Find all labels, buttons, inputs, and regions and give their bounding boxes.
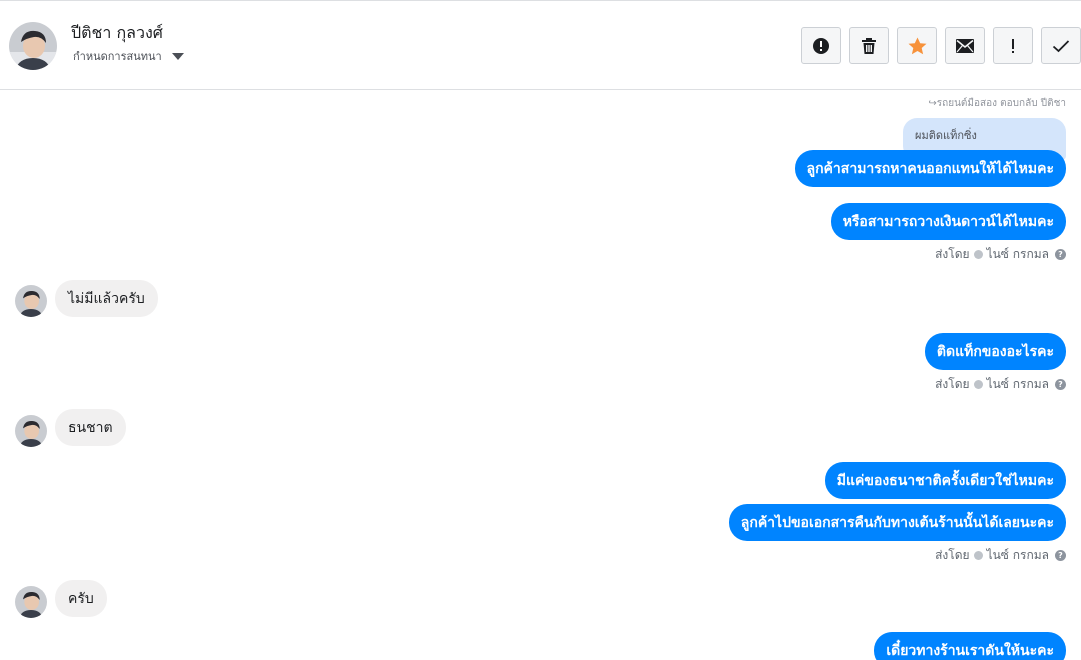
incoming-message[interactable]: ครับ bbox=[55, 580, 107, 617]
outgoing-message[interactable]: ลูกค้าไปขอเอกสารคืนกับทางเต้นร้านนั้นได้… bbox=[728, 504, 1066, 541]
outgoing-message[interactable]: มีแค่ของธนาชาติครั้งเดียวใช่ไหมคะ bbox=[824, 462, 1066, 499]
person-photo-icon bbox=[15, 285, 47, 317]
conversation-header: ปีติชา กุลวงศ์ กำหนดการสนทนา bbox=[0, 0, 1081, 90]
person-photo-icon bbox=[15, 586, 47, 618]
agent-name: ไนซ์ กรกมล bbox=[986, 376, 1049, 391]
sent-check-icon bbox=[973, 249, 983, 259]
outgoing-message[interactable]: ติดแท็กของอะไรคะ bbox=[924, 333, 1066, 370]
sent-by-info: ส่งโดย ไนซ์ กรกมล ? bbox=[935, 247, 1066, 261]
star-icon bbox=[908, 37, 926, 54]
sent-by-info: ส่งโดย ไนซ์ กรกมล ? bbox=[935, 548, 1066, 562]
sent-by-info: ส่งโดย ไนซ์ กรกมล ? bbox=[935, 377, 1066, 391]
outgoing-message[interactable]: หรือสามารถวางเงินดาวน์ได้ไหมคะ bbox=[830, 203, 1066, 240]
incoming-message[interactable]: ไม่มีแล้วครับ bbox=[55, 280, 158, 317]
exclamation-icon bbox=[1012, 38, 1014, 53]
conversation-actions bbox=[801, 27, 1081, 64]
checkmark-icon bbox=[1052, 39, 1070, 52]
reply-context-note: ↪รถยนต์มือสอง ตอบกลับ ปีติชา bbox=[928, 98, 1066, 109]
help-icon[interactable]: ? bbox=[1055, 378, 1066, 390]
contact-avatar-small[interactable] bbox=[15, 415, 47, 447]
help-icon[interactable]: ? bbox=[1055, 549, 1066, 561]
contact-avatar[interactable] bbox=[9, 22, 57, 70]
assign-conversation-dropdown[interactable]: กำหนดการสนทนา bbox=[73, 47, 184, 65]
mark-spam-button[interactable] bbox=[801, 27, 841, 64]
agent-name: ไนซ์ กรกมล bbox=[986, 547, 1049, 562]
person-photo-icon bbox=[15, 415, 47, 447]
incoming-message[interactable]: ธนชาต bbox=[55, 409, 126, 446]
caret-down-icon bbox=[171, 52, 184, 60]
delete-button[interactable] bbox=[849, 27, 889, 64]
message-thread[interactable]: ↪รถยนต์มือสอง ตอบกลับ ปีติชา ผมติดแท็กซิ… bbox=[0, 91, 1081, 660]
follow-up-button[interactable] bbox=[993, 27, 1033, 64]
contact-avatar-small[interactable] bbox=[15, 586, 47, 618]
mark-done-button[interactable] bbox=[1041, 27, 1081, 64]
agent-name: ไนซ์ กรกมล bbox=[986, 246, 1049, 261]
outgoing-message[interactable]: ลูกค้าสามารถหาคนออกแทนให้ได้ไหมคะ bbox=[794, 150, 1066, 187]
sent-check-icon bbox=[973, 379, 983, 389]
person-photo-icon bbox=[9, 22, 57, 70]
outgoing-message[interactable]: เดี๋ยวทางร้านเราดันให้นะคะ bbox=[874, 632, 1066, 660]
sent-check-icon bbox=[973, 550, 983, 560]
sent-by-label: ส่งโดย bbox=[935, 547, 970, 562]
contact-avatar-small[interactable] bbox=[15, 285, 47, 317]
assign-conversation-label: กำหนดการสนทนา bbox=[73, 50, 162, 63]
mark-unread-button[interactable] bbox=[945, 27, 985, 64]
sent-by-label: ส่งโดย bbox=[935, 246, 970, 261]
alert-circle-icon bbox=[813, 37, 829, 54]
contact-name: ปีติชา กุลวงศ์ bbox=[71, 23, 163, 42]
star-button[interactable] bbox=[897, 27, 937, 64]
sent-by-label: ส่งโดย bbox=[935, 376, 970, 391]
help-icon[interactable]: ? bbox=[1055, 248, 1066, 260]
trash-icon bbox=[862, 37, 876, 54]
envelope-icon bbox=[956, 38, 974, 53]
